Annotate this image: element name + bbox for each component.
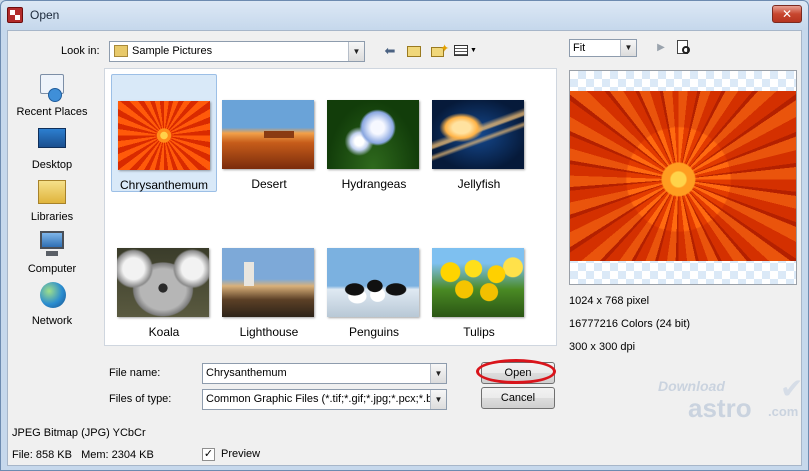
cancel-button-label: Cancel — [500, 392, 536, 404]
recent-places-icon — [36, 72, 68, 102]
preview-checkbox-label: Preview — [221, 448, 261, 460]
thumbnail-image — [222, 248, 314, 317]
zoom-select[interactable]: Fit ▼ — [569, 39, 637, 57]
close-icon: ✕ — [781, 7, 793, 21]
file-item-tulips[interactable]: Tulips — [426, 222, 532, 340]
lookin-label: Look in: — [61, 45, 100, 57]
place-label: Desktop — [31, 159, 73, 171]
title-bar: Open ✕ — [1, 1, 808, 29]
back-icon[interactable]: ⬅ — [380, 41, 400, 61]
libraries-icon — [36, 177, 68, 207]
file-label: Lighthouse — [239, 325, 299, 339]
filetype-select[interactable]: Common Graphic Files (*.tif;*.gif;*.jpg;… — [202, 389, 447, 410]
place-desktop[interactable]: Desktop — [12, 125, 92, 171]
app-icon — [7, 7, 23, 23]
thumbnail-image — [327, 248, 419, 317]
filename-value: Chrysanthemum — [206, 367, 287, 379]
window-title: Open — [30, 8, 60, 22]
file-item-chrysanthemum[interactable]: Chrysanthemum — [111, 74, 217, 192]
file-label: Tulips — [463, 325, 495, 339]
up-folder-icon[interactable] — [404, 41, 424, 61]
image-colors: 16777216 Colors (24 bit) — [569, 318, 691, 330]
new-folder-icon[interactable]: ✦ — [428, 41, 449, 61]
file-item-lighthouse[interactable]: Lighthouse — [216, 222, 322, 340]
view-menu-icon[interactable]: ▼ — [452, 41, 478, 61]
filename-label: File name: — [109, 367, 161, 379]
lookin-value: Sample Pictures — [132, 45, 213, 57]
place-computer[interactable]: Computer — [12, 229, 92, 275]
image-format: JPEG Bitmap (JPG) YCbCr — [12, 427, 146, 439]
place-network[interactable]: Network — [12, 281, 92, 327]
chevron-down-icon[interactable]: ▼ — [620, 40, 636, 56]
file-label: Chrysanthemum — [119, 178, 209, 192]
file-label: Hydrangeas — [341, 177, 407, 191]
watermark-line2: astro — [688, 393, 752, 423]
file-label: Desert — [251, 177, 287, 191]
checkmark-icon: ✔ — [780, 373, 804, 404]
file-item-desert[interactable]: Desert — [216, 74, 322, 192]
file-item-koala[interactable]: Koala — [111, 222, 217, 340]
thumbnail-image — [118, 101, 210, 170]
zoom-value: Fit — [573, 42, 586, 54]
lookin-combo[interactable]: Sample Pictures ▼ — [109, 41, 365, 62]
desktop-icon — [36, 125, 68, 155]
thumbnail-image — [222, 100, 314, 169]
file-list: Chrysanthemum Desert Hydrangeas Jellyfis… — [104, 68, 557, 346]
thumbnail-image — [432, 100, 524, 169]
file-sizes: File: 858 KB Mem: 2304 KB — [12, 449, 154, 461]
file-item-jellyfish[interactable]: Jellyfish — [426, 74, 532, 192]
file-label: Jellyfish — [457, 177, 501, 191]
computer-icon — [36, 229, 68, 259]
chevron-down-icon[interactable]: ▼ — [430, 364, 446, 383]
place-libraries[interactable]: Libraries — [12, 177, 92, 223]
preview-image — [570, 91, 796, 261]
chevron-down-icon[interactable]: ▼ — [348, 42, 364, 61]
play-icon[interactable]: ▶ — [651, 38, 671, 58]
folder-icon — [114, 45, 128, 57]
cancel-button[interactable]: Cancel — [481, 387, 555, 409]
image-dimensions: 1024 x 768 pixel — [569, 295, 650, 307]
chevron-down-icon[interactable]: ▼ — [430, 390, 446, 409]
preview-checkbox[interactable]: ✓ — [202, 448, 215, 461]
place-label: Recent Places — [16, 106, 88, 118]
zoom-preview-icon[interactable] — [674, 38, 694, 58]
file-item-penguins[interactable]: Penguins — [321, 222, 427, 340]
open-button[interactable]: Open — [476, 359, 556, 384]
close-button[interactable]: ✕ — [772, 5, 802, 23]
watermark-line1: Download — [658, 378, 725, 394]
image-preview — [569, 70, 797, 285]
dialog-body: Look in: Sample Pictures ▼ ⬅ ✦ ▼ Recent … — [7, 30, 804, 466]
image-dpi: 300 x 300 dpi — [569, 341, 636, 353]
highlight-ring — [476, 359, 556, 384]
network-icon — [36, 281, 68, 311]
filename-field[interactable]: Chrysanthemum ▼ — [202, 363, 447, 384]
file-item-hydrangeas[interactable]: Hydrangeas — [321, 74, 427, 192]
file-label: Penguins — [348, 325, 400, 339]
open-dialog: Open ✕ Look in: Sample Pictures ▼ ⬅ ✦ ▼ — [0, 0, 809, 471]
place-label: Network — [31, 315, 73, 327]
thumbnail-image — [117, 248, 209, 317]
filetype-value: Common Graphic Files (*.tif;*.gif;*.jpg;… — [206, 393, 442, 405]
file-label: Koala — [148, 325, 180, 339]
place-recent-places[interactable]: Recent Places — [12, 72, 92, 118]
filetype-label: Files of type: — [109, 393, 172, 405]
watermark-line3: .com — [768, 404, 799, 419]
thumbnail-image — [327, 100, 419, 169]
thumbnail-image — [432, 248, 524, 317]
place-label: Libraries — [30, 211, 74, 223]
place-label: Computer — [27, 263, 77, 275]
